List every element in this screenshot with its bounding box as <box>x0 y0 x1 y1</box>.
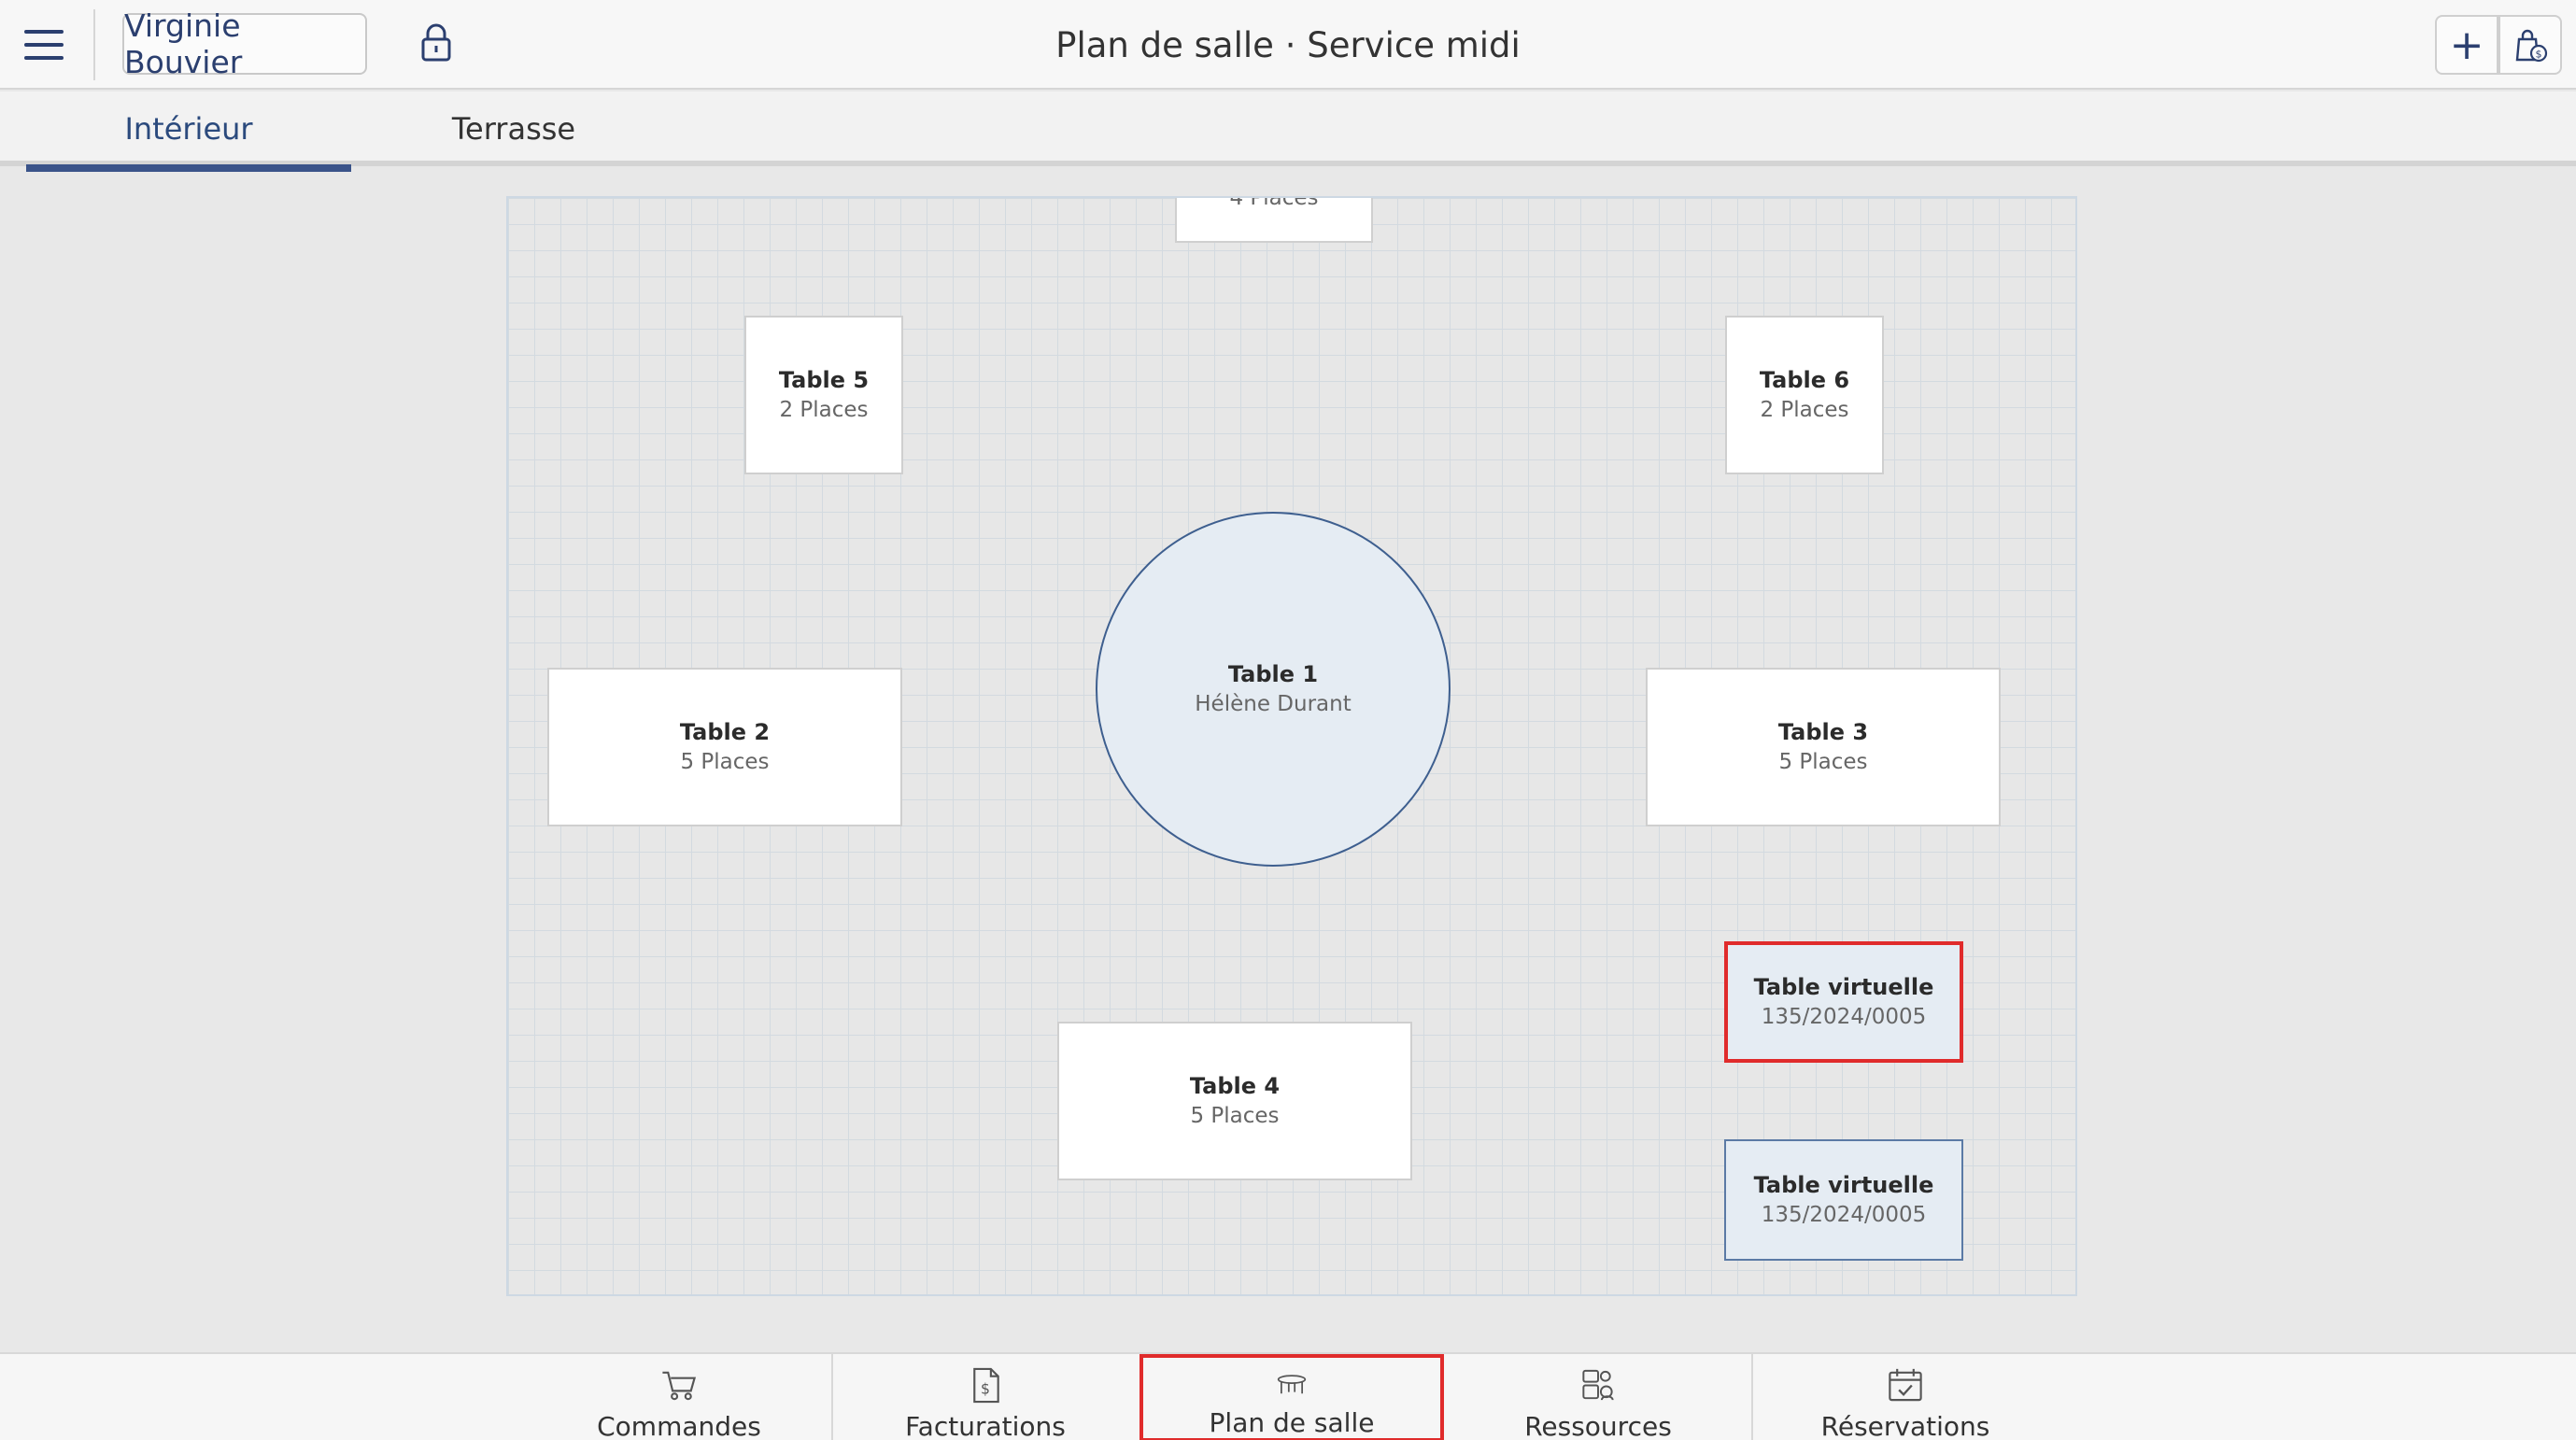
nav-commandes[interactable]: Commandes <box>527 1354 831 1440</box>
add-button[interactable]: + <box>2435 15 2498 75</box>
nav-label: Réservations <box>1820 1411 1990 1440</box>
bag-dollar-icon: $ <box>2515 29 2548 63</box>
table-name: Table 6 <box>1759 367 1850 393</box>
table-name: Table 2 <box>679 719 771 745</box>
nav-plan-de-salle[interactable]: Plan de salle <box>1139 1354 1444 1440</box>
table-1[interactable]: Table 1 Hélène Durant <box>1096 512 1451 867</box>
nav-ressources[interactable]: Ressources <box>1446 1354 1750 1440</box>
table-seats: 5 Places <box>1190 1104 1280 1128</box>
cart-icon <box>662 1371 697 1401</box>
nav-label: Commandes <box>597 1411 761 1440</box>
user-chip[interactable]: Virginie Bouvier <box>122 7 367 80</box>
table-3[interactable]: Table 3 5 Places <box>1646 668 2001 826</box>
top-header: Virginie Bouvier Plan de salle · Service… <box>0 0 2576 90</box>
calendar-check-icon <box>1889 1368 1922 1402</box>
svg-text:$: $ <box>2536 49 2542 61</box>
table-virtuelle-selected[interactable]: Table virtuelle 135/2024/0005 <box>1724 941 1963 1063</box>
nav-facturations[interactable]: $ Facturations <box>833 1354 1138 1440</box>
table-order-number: 135/2024/0005 <box>1761 1005 1927 1029</box>
bottom-navigation: Commandes $ Facturations Plan de salle R… <box>0 1352 2576 1440</box>
table-seats: 5 Places <box>1778 750 1868 774</box>
table-name: Table 1 <box>1227 661 1319 687</box>
table-virtuelle[interactable]: Table virtuelle 135/2024/0005 <box>1724 1139 1963 1261</box>
table-name: Table 4 <box>1189 1073 1281 1099</box>
floor-plan-grid: 4 Places Table 5 2 Places Table 6 2 Plac… <box>506 196 2077 1296</box>
table-top-partial[interactable]: 4 Places <box>1175 196 1373 243</box>
table-6[interactable]: Table 6 2 Places <box>1725 316 1884 474</box>
table-seats: 2 Places <box>779 398 869 422</box>
table-4[interactable]: Table 4 5 Places <box>1057 1022 1412 1180</box>
table-5[interactable]: Table 5 2 Places <box>744 316 903 474</box>
table-seats: 2 Places <box>1760 398 1849 422</box>
table-icon <box>1277 1375 1307 1394</box>
nav-label: Ressources <box>1524 1411 1672 1440</box>
hamburger-menu-icon[interactable] <box>24 26 64 64</box>
room-tabs: Intérieur Terrasse <box>0 92 2576 172</box>
svg-text:$: $ <box>981 1379 990 1397</box>
resources-icon <box>1582 1369 1614 1401</box>
page-title: Plan de salle · Service midi <box>1055 24 1521 65</box>
table-guest: Hélène Durant <box>1195 692 1352 716</box>
table-name: Table 5 <box>778 367 870 393</box>
table-order-number: 135/2024/0005 <box>1761 1203 1927 1227</box>
table-seats: 4 Places <box>1229 196 1319 210</box>
table-seats: 5 Places <box>680 750 770 774</box>
nav-label: Plan de salle <box>1209 1407 1375 1438</box>
header-divider <box>93 9 95 80</box>
tab-terrasse[interactable]: Terrasse <box>351 92 676 166</box>
table-name: Table 3 <box>1777 719 1869 745</box>
tab-interieur[interactable]: Intérieur <box>26 92 351 172</box>
lock-icon[interactable] <box>420 22 452 64</box>
invoice-dollar-icon: $ <box>973 1367 999 1404</box>
table-2[interactable]: Table 2 5 Places <box>547 668 902 826</box>
app-root: Virginie Bouvier Plan de salle · Service… <box>0 0 2576 1440</box>
payment-button[interactable]: $ <box>2498 15 2562 75</box>
nav-reservations[interactable]: Réservations <box>1753 1354 2058 1440</box>
nav-label: Facturations <box>905 1411 1066 1440</box>
table-name: Table virtuelle <box>1753 1172 1934 1198</box>
table-name: Table virtuelle <box>1753 974 1934 1000</box>
